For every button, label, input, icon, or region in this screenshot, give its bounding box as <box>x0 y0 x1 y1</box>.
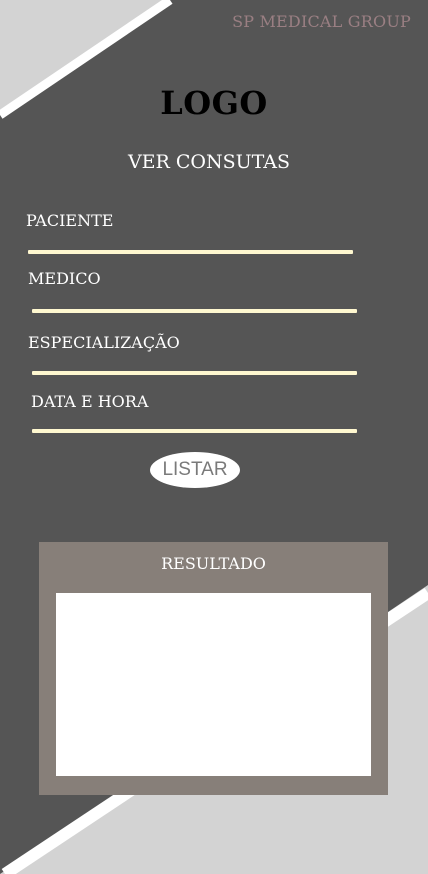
field-label-paciente: PACIENTE <box>26 211 114 230</box>
result-content <box>56 593 371 776</box>
logo: LOGO <box>160 84 268 122</box>
paciente-input[interactable] <box>28 250 353 254</box>
field-label-data-hora: DATA E HORA <box>31 392 149 411</box>
field-label-medico: MEDICO <box>28 269 101 288</box>
listar-button[interactable]: LISTAR <box>150 452 240 488</box>
especializacao-input[interactable] <box>32 371 357 375</box>
brand-name: SP MEDICAL GROUP <box>232 12 411 31</box>
page-title: VER CONSUTAS <box>127 151 291 173</box>
result-title: RESULTADO <box>161 554 266 573</box>
result-panel: RESULTADO <box>39 542 388 795</box>
field-label-especializacao: ESPECIALIZAÇÃO <box>28 333 180 352</box>
data-hora-input[interactable] <box>32 429 357 433</box>
medico-input[interactable] <box>32 309 357 313</box>
